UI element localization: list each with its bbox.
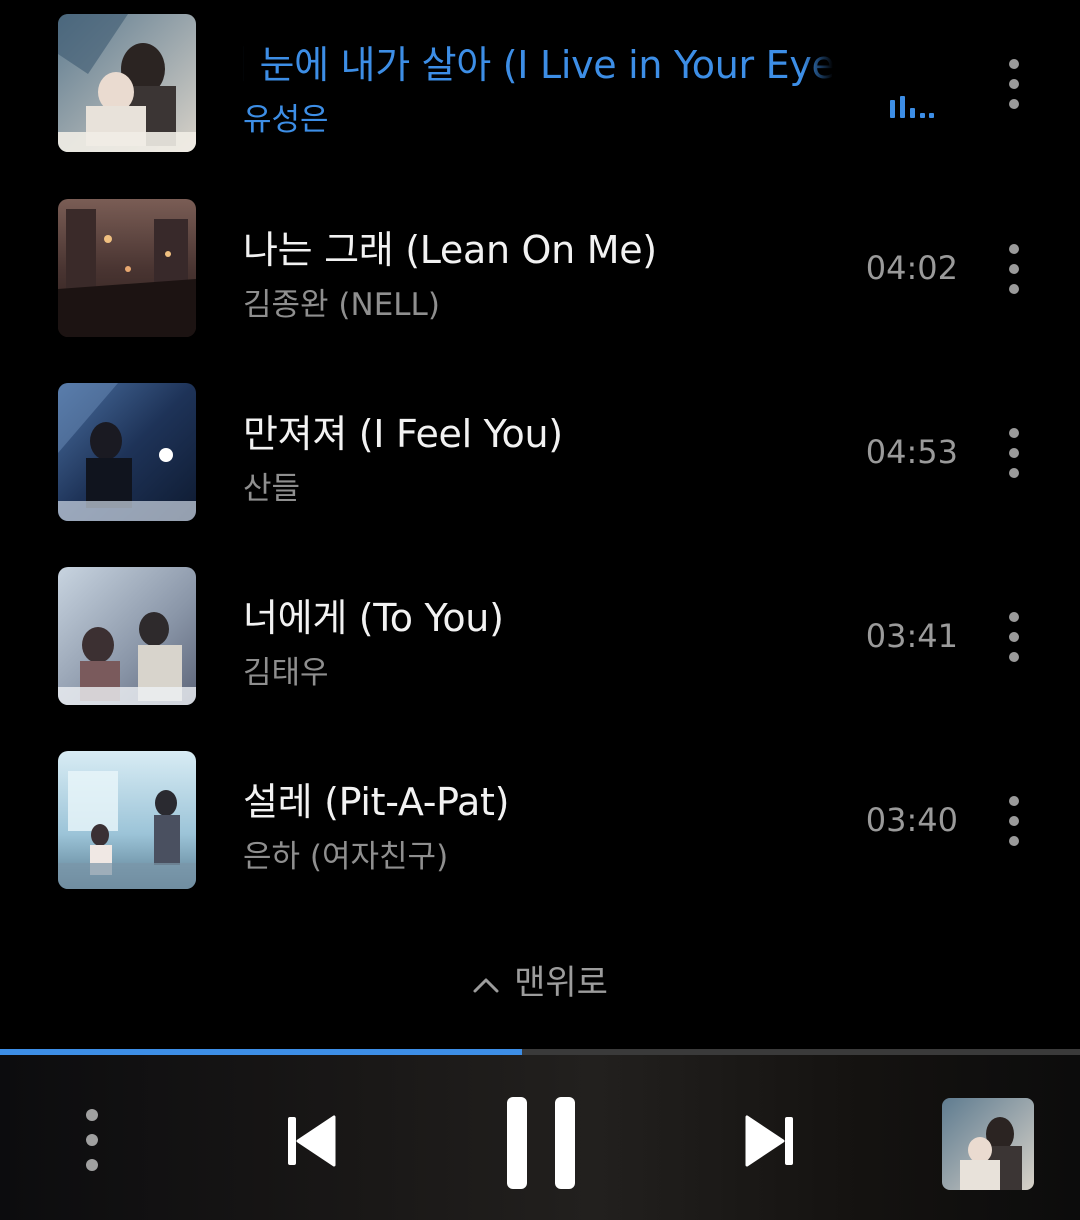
track-duration: 04:53 <box>865 433 958 471</box>
more-options-icon[interactable] <box>1000 427 1028 479</box>
equalizer-icon <box>890 96 934 118</box>
track-title: 나는 그래 (Lean On Me) <box>243 228 657 272</box>
now-playing-art[interactable] <box>942 1098 1034 1190</box>
scroll-to-top-button[interactable]: 맨위로 <box>0 955 1080 1004</box>
scroll-to-top-label: 맨위로 <box>514 963 608 1003</box>
track-artist: 김태우 <box>243 655 329 691</box>
album-art <box>58 14 196 152</box>
track-row[interactable]: 설레 (Pit-A-Pat) 은하 (여자친구) 03:40 <box>0 751 1080 891</box>
album-art <box>58 199 196 337</box>
track-title: 설레 (Pit-A-Pat) <box>243 780 510 824</box>
album-art <box>58 751 196 889</box>
track-title: 너에게 (To You) <box>243 596 504 640</box>
track-title: 만져져 (I Feel You) <box>243 412 563 456</box>
track-title: 내 눈에 내가 살아 (I Live in Your Eyes) <box>243 43 833 87</box>
track-row[interactable]: 만져져 (I Feel You) 산들 04:53 <box>0 383 1080 523</box>
track-duration: 03:41 <box>865 617 958 655</box>
more-options-icon[interactable] <box>1000 243 1028 295</box>
album-art <box>58 567 196 705</box>
track-row[interactable]: 내 눈에 내가 살아 (I Live in Your Eyes) 유성은 <box>0 14 1080 154</box>
track-duration: 03:40 <box>865 801 958 839</box>
next-icon[interactable] <box>745 1115 795 1167</box>
track-artist: 김종완 (NELL) <box>243 287 440 323</box>
pause-icon[interactable] <box>505 1095 577 1191</box>
track-row[interactable]: 나는 그래 (Lean On Me) 김종완 (NELL) 04:02 <box>0 199 1080 339</box>
more-vertical-icon[interactable] <box>78 1107 106 1173</box>
title-marquee: 내 눈에 내가 살아 (I Live in Your Eyes) <box>243 32 833 92</box>
more-options-icon[interactable] <box>1000 795 1028 847</box>
player-bar <box>0 1055 1080 1220</box>
track-artist: 산들 <box>243 471 301 507</box>
more-options-icon[interactable] <box>1000 58 1028 110</box>
chevron-up-icon <box>473 978 499 992</box>
track-artist: 은하 (여자친구) <box>243 839 449 875</box>
previous-icon[interactable] <box>286 1115 336 1167</box>
album-art <box>58 383 196 521</box>
more-options-icon[interactable] <box>1000 611 1028 663</box>
track-row[interactable]: 너에게 (To You) 김태우 03:41 <box>0 567 1080 707</box>
track-artist: 유성은 <box>243 102 329 138</box>
track-duration: 04:02 <box>865 249 958 287</box>
